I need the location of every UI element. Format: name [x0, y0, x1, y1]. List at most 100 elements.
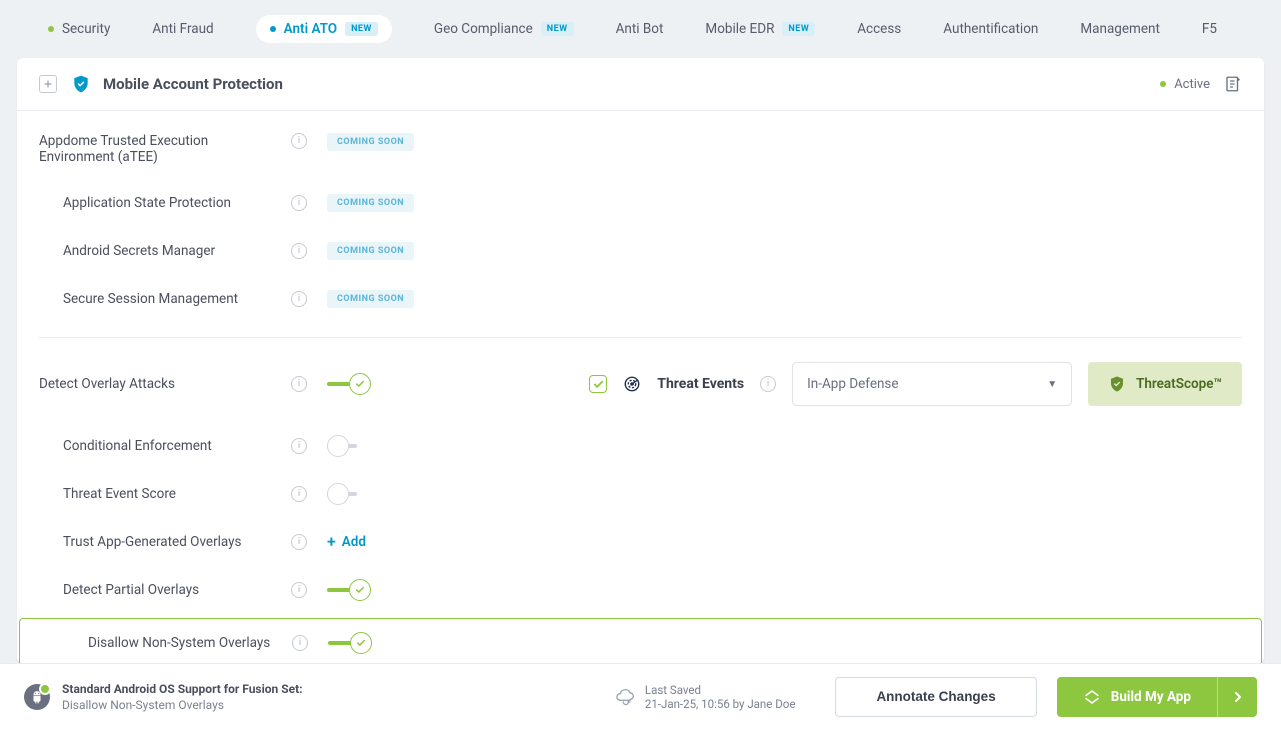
tab-label: Anti Bot [616, 21, 664, 37]
info-icon[interactable]: i [291, 582, 307, 598]
footer-fusion-text: Standard Android OS Support for Fusion S… [62, 682, 303, 712]
new-badge: NEW [541, 22, 574, 36]
tab-label: Authentification [943, 21, 1038, 37]
check-icon [355, 585, 365, 595]
tab-label: Anti Fraud [152, 21, 213, 37]
status-dot-icon [270, 26, 276, 32]
info-icon[interactable]: i [291, 376, 307, 392]
tab-mobile-edr[interactable]: Mobile EDR NEW [705, 21, 815, 37]
row-score: Threat Event Score i [39, 470, 1242, 518]
toggle-score[interactable] [327, 483, 371, 505]
expand-button[interactable] [39, 75, 57, 93]
tab-access[interactable]: Access [857, 21, 901, 37]
info-icon[interactable]: i [760, 376, 776, 392]
toggle-detect-overlay[interactable] [327, 373, 371, 395]
status-dot-icon [48, 26, 54, 32]
add-button[interactable]: + Add [327, 534, 366, 550]
threatscope-label: ThreatScope™ [1136, 376, 1222, 392]
tab-geo-compliance[interactable]: Geo Compliance NEW [434, 21, 574, 37]
build-button[interactable]: Build My App [1057, 677, 1257, 717]
info-icon[interactable]: i [291, 133, 307, 149]
row-conditional: Conditional Enforcement i [39, 422, 1242, 470]
tab-anti-ato[interactable]: Anti ATO NEW [256, 15, 392, 43]
row-label: Disallow Non-System Overlays [40, 635, 292, 651]
last-saved-text: Last Saved 21-Jan-25, 10:56 by Jane Doe [645, 683, 796, 711]
shield-icon [71, 74, 91, 94]
coming-soon-badge: COMING SOON [327, 290, 414, 308]
plus-icon [43, 79, 53, 89]
tab-label: Access [857, 21, 901, 37]
defense-mode-select[interactable]: In-App Defense ▼ [792, 362, 1072, 406]
tab-security[interactable]: Security [48, 21, 110, 37]
footer-title: Standard Android OS Support for Fusion S… [62, 682, 303, 696]
tab-f5[interactable]: F5 [1202, 21, 1217, 37]
row-app-state: Application State Protection i COMING SO… [39, 179, 1242, 227]
row-label: Appdome Trusted Execution Environment (a… [39, 133, 291, 165]
info-icon[interactable]: i [291, 291, 307, 307]
coming-soon-badge: COMING SOON [327, 194, 414, 212]
row-label: Detect Overlay Attacks [39, 376, 291, 392]
row-label: Trust App-Generated Overlays [39, 534, 291, 550]
chevron-down-icon: ▼ [1047, 379, 1057, 390]
tab-authentification[interactable]: Authentification [943, 21, 1038, 37]
card-body: Appdome Trusted Execution Environment (a… [17, 111, 1264, 663]
chevron-right-icon [1232, 691, 1244, 703]
row-detect-overlay: Detect Overlay Attacks i Threat Events i… [39, 360, 1242, 408]
tab-label: Mobile EDR [705, 21, 774, 37]
row-trust-overlays: Trust App-Generated Overlays i + Add [39, 518, 1242, 566]
saved-label: Last Saved [645, 683, 796, 697]
tab-label: Geo Compliance [434, 21, 533, 37]
card-title: Mobile Account Protection [103, 75, 1160, 93]
top-tabs: Security Anti Fraud Anti ATO NEW Geo Com… [0, 0, 1281, 58]
info-icon[interactable]: i [291, 243, 307, 259]
info-icon[interactable]: i [291, 534, 307, 550]
threat-events-label: Threat Events [657, 376, 744, 392]
check-icon [356, 638, 366, 648]
toggle-disallow[interactable] [328, 632, 372, 654]
tab-anti-fraud[interactable]: Anti Fraud [152, 21, 213, 37]
build-dropdown-arrow[interactable] [1217, 677, 1257, 717]
highlighted-row: Disallow Non-System Overlays i [19, 618, 1262, 663]
main-card: Mobile Account Protection Active Appdome… [17, 58, 1264, 663]
tab-anti-bot[interactable]: Anti Bot [616, 21, 664, 37]
check-icon [355, 379, 365, 389]
footer-subtitle: Disallow Non-System Overlays [62, 698, 303, 712]
notes-icon[interactable] [1224, 75, 1242, 93]
info-icon[interactable]: i [291, 438, 307, 454]
status-dot-icon [1160, 81, 1166, 87]
row-label: Conditional Enforcement [39, 438, 291, 454]
toggle-conditional[interactable] [327, 435, 371, 457]
build-label: Build My App [1111, 689, 1191, 705]
shield-check-icon [1108, 375, 1126, 393]
tab-label: Management [1080, 21, 1160, 37]
row-label: Detect Partial Overlays [39, 582, 291, 598]
toggle-partial[interactable] [327, 579, 371, 601]
row-secrets: Android Secrets Manager i COMING SOON [39, 227, 1242, 275]
row-label: Application State Protection [39, 195, 291, 211]
row-label: Android Secrets Manager [39, 243, 291, 259]
row-label: Threat Event Score [39, 486, 291, 502]
info-icon[interactable]: i [291, 486, 307, 502]
footer-bar: Standard Android OS Support for Fusion S… [0, 663, 1281, 729]
cloud-sync-icon [615, 687, 635, 707]
threat-events-checkbox[interactable] [589, 375, 607, 393]
row-atee: Appdome Trusted Execution Environment (a… [39, 119, 1242, 179]
android-icon [24, 684, 50, 710]
annotate-button[interactable]: Annotate Changes [835, 677, 1036, 717]
new-badge: NEW [345, 22, 378, 36]
coming-soon-badge: COMING SOON [327, 133, 414, 151]
select-value: In-App Defense [807, 376, 898, 392]
tab-label: Security [62, 21, 110, 37]
build-icon [1083, 688, 1101, 706]
threatscope-button[interactable]: ThreatScope™ [1088, 362, 1242, 406]
card-header: Mobile Account Protection Active [17, 58, 1264, 111]
info-icon[interactable]: i [292, 635, 308, 651]
tab-management[interactable]: Management [1080, 21, 1160, 37]
plus-icon: + [327, 534, 336, 550]
new-badge: NEW [782, 22, 815, 36]
coming-soon-badge: COMING SOON [327, 242, 414, 260]
row-label: Secure Session Management [39, 291, 291, 307]
add-label: Add [342, 534, 366, 550]
info-icon[interactable]: i [291, 195, 307, 211]
saved-value: 21-Jan-25, 10:56 by Jane Doe [645, 697, 796, 711]
